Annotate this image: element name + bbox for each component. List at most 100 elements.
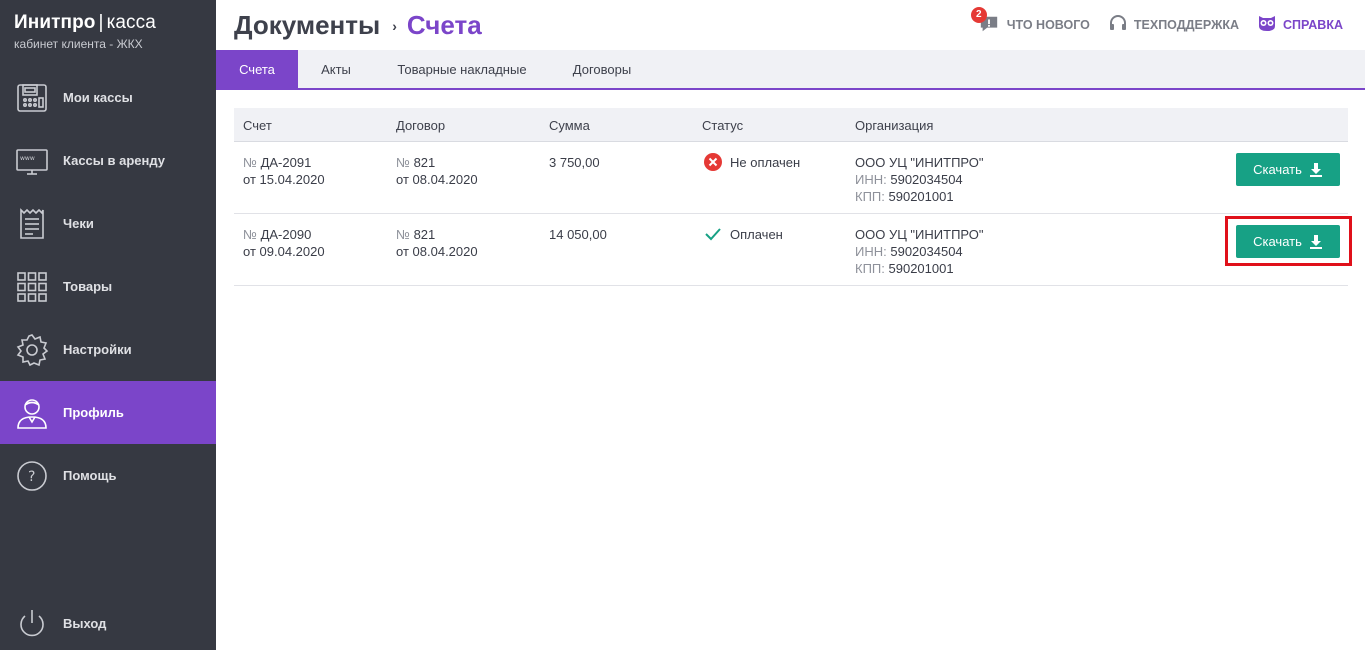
power-icon	[15, 607, 49, 641]
download-button[interactable]: Скачать	[1236, 153, 1340, 186]
brand-logo[interactable]: Инитпро | касса кабинет клиента - ЖКХ	[14, 12, 156, 51]
help-label: Справка	[1283, 17, 1343, 32]
sidebar-item-profile[interactable]: Профиль	[0, 381, 216, 444]
contract-number: 821	[413, 227, 436, 242]
kpp-value: 590201001	[888, 189, 954, 204]
invoice-cell: № ДА-2091 от 15.04.2020	[243, 154, 325, 188]
contract-number-prefix: №	[396, 155, 410, 170]
brand-separator: |	[98, 12, 104, 33]
invoice-date: 09.04.2020	[259, 244, 325, 259]
contract-cell: № 821 от 08.04.2020	[396, 154, 478, 188]
download-icon	[1309, 162, 1322, 177]
brand-title: Инитпро | касса	[14, 12, 156, 34]
organization-name: ООО УЦ "ИНИТПРО"	[855, 155, 984, 170]
kpp-label: КПП:	[855, 261, 885, 276]
contract-number-prefix: №	[396, 227, 410, 242]
sidebar-item-label: Профиль	[63, 405, 124, 420]
headset-icon	[1108, 13, 1128, 36]
error-circle-icon	[704, 153, 722, 171]
tab-waybills[interactable]: Товарные накладные	[384, 50, 540, 88]
sidebar-item-label: Кассы в аренду	[63, 153, 165, 168]
contract-date-prefix: от	[396, 172, 409, 187]
organization-name: ООО УЦ "ИНИТПРО"	[855, 227, 984, 242]
sidebar-item-help[interactable]: ? Помощь	[0, 444, 216, 507]
sidebar: Инитпро | касса кабинет клиента - ЖКХ Мои …	[0, 0, 216, 650]
chat-icon: 2	[970, 6, 1001, 36]
sidebar-item-label: Товары	[63, 279, 113, 294]
inn-value: 5902034504	[890, 244, 963, 259]
invoice-cell: № ДА-2090 от 09.04.2020	[243, 226, 325, 260]
whats-new-label: Что нового	[1006, 17, 1090, 32]
sidebar-item-goods[interactable]: Товары	[0, 255, 216, 318]
organization-cell: ООО УЦ "ИНИТПРО" ИНН: 5902034504 КПП: 59…	[855, 226, 984, 277]
notification-badge: 2	[970, 6, 987, 23]
status-label: Оплачен	[730, 226, 783, 242]
column-header: Сумма	[549, 118, 590, 133]
support-label: Техподдержка	[1133, 17, 1240, 32]
user-icon	[15, 396, 49, 430]
column-header: Договор	[396, 118, 446, 133]
invoice-number-prefix: №	[243, 155, 257, 170]
www-monitor-icon: www	[15, 144, 49, 178]
svg-text:www: www	[20, 155, 35, 162]
table-header: Счет Договор Сумма Статус Организация	[234, 108, 1348, 142]
contract-cell: № 821 от 08.04.2020	[396, 226, 478, 260]
status-cell: Не оплачен	[704, 153, 800, 171]
contract-date: 08.04.2020	[412, 244, 478, 259]
kpp-value: 590201001	[888, 261, 954, 276]
column-header: Счет	[243, 118, 272, 133]
breadcrumb-arrow-icon: ›	[392, 17, 397, 34]
brand-subtitle: кабинет клиента - ЖКХ	[14, 37, 143, 51]
download-button-label: Скачать	[1253, 234, 1302, 249]
sidebar-item-label: Помощь	[63, 468, 117, 483]
inn-label: ИНН:	[855, 172, 887, 187]
tab-acts[interactable]: Акты	[310, 50, 362, 88]
status-cell: Оплачен	[704, 225, 783, 243]
contract-date-prefix: от	[396, 244, 409, 259]
sidebar-item-label: Настройки	[63, 342, 132, 357]
support-link[interactable]: Техподдержка	[1108, 13, 1239, 36]
sidebar-item-my-kassy[interactable]: Мои кассы	[0, 66, 216, 129]
column-header: Статус	[702, 118, 744, 133]
sidebar-item-settings[interactable]: Настройки	[0, 318, 216, 381]
table-row: № ДА-2090 от 09.04.2020 № 821 от 08.04.2…	[234, 214, 1352, 286]
sidebar-item-rent[interactable]: www Кассы в аренду	[0, 129, 216, 192]
download-button-label: Скачать	[1253, 162, 1302, 177]
checkmark-icon	[705, 228, 721, 241]
table-row: № ДА-2091 от 15.04.2020 № 821 от 08.04.2…	[234, 142, 1348, 214]
inn-value: 5902034504	[890, 172, 963, 187]
whats-new-link[interactable]: 2 Что нового	[970, 6, 1090, 36]
tab-invoices[interactable]: Счета	[216, 50, 298, 88]
status-label: Не оплачен	[730, 154, 801, 170]
sidebar-item-label: Мои кассы	[63, 90, 133, 105]
download-button[interactable]: Скачать	[1236, 225, 1340, 258]
tab-contracts[interactable]: Договоры	[562, 50, 642, 88]
amount-cell: 14 050,00	[549, 227, 607, 242]
owl-icon	[1257, 13, 1277, 36]
receipt-icon	[15, 207, 49, 241]
logout-button[interactable]: Выход	[0, 592, 216, 650]
invoice-date-prefix: от	[243, 244, 256, 259]
column-header: Организация	[855, 118, 934, 133]
invoice-number: ДА-2091	[260, 155, 312, 170]
invoice-date: 15.04.2020	[259, 172, 325, 187]
help-link[interactable]: Справка	[1257, 13, 1343, 36]
invoices-table: Счет Договор Сумма Статус Организация № …	[234, 108, 1352, 286]
question-circle-icon: ?	[15, 459, 49, 493]
brand-name: Инитпро	[14, 12, 96, 33]
organization-cell: ООО УЦ "ИНИТПРО" ИНН: 5902034504 КПП: 59…	[855, 154, 984, 205]
grid-icon	[15, 270, 49, 304]
invoice-number-prefix: №	[243, 227, 257, 242]
amount-cell: 3 750,00	[549, 155, 600, 170]
invoice-number: ДА-2090	[260, 227, 312, 242]
document-tabs: Счета Акты Товарные накладные Договоры	[216, 50, 1365, 90]
brand-product: касса	[106, 12, 156, 33]
inn-label: ИНН:	[855, 244, 887, 259]
logout-label: Выход	[63, 616, 107, 631]
breadcrumb: Документы › Счета	[234, 10, 482, 41]
page-title: Счета	[406, 10, 482, 40]
sidebar-item-checks[interactable]: Чеки	[0, 192, 216, 255]
svg-text:?: ?	[28, 469, 35, 485]
download-icon	[1309, 234, 1322, 249]
breadcrumb-root[interactable]: Документы	[234, 10, 380, 41]
